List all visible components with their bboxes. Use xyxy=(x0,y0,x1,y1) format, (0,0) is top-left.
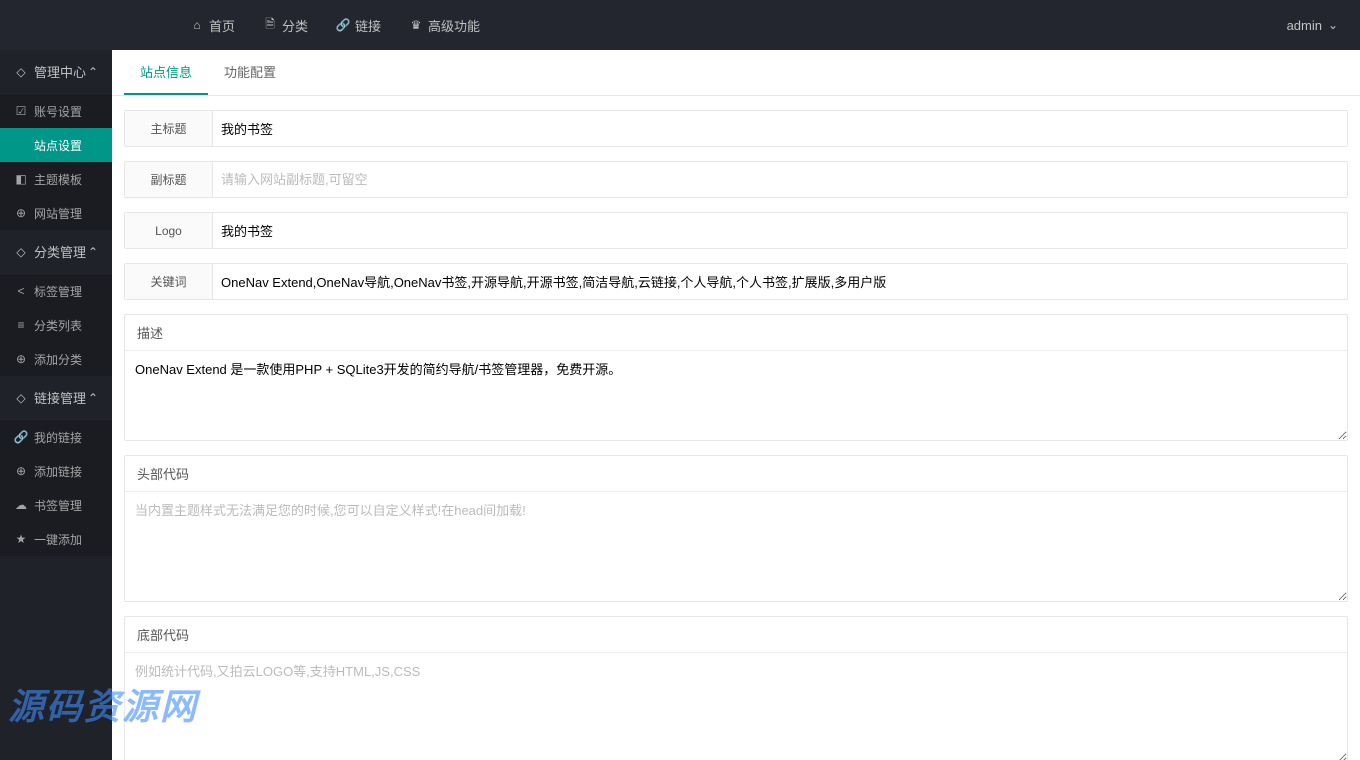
label-logo: Logo xyxy=(125,213,213,248)
label-head-code: 头部代码 xyxy=(125,456,1347,491)
sidebar-group-2[interactable]: ◇ 链接管理⌃ xyxy=(0,376,112,420)
item-label: 主题模板 xyxy=(34,171,82,188)
input-keywords[interactable] xyxy=(213,264,1347,299)
nav-icon: ♛ xyxy=(409,18,423,32)
item-label: 标签管理 xyxy=(34,283,82,300)
nav-icon: 🗎 xyxy=(263,18,277,32)
item-icon: ⊕ xyxy=(14,352,28,366)
nav-item-3[interactable]: ♛ 高级功能 xyxy=(409,16,480,35)
sidebar-item-2-1[interactable]: ⊕ 添加链接 xyxy=(0,454,112,488)
item-label: 账号设置 xyxy=(34,103,82,120)
item-icon: ◧ xyxy=(14,172,28,186)
nav-item-1[interactable]: 🗎 分类 xyxy=(263,16,308,35)
chevron-icon: ⌃ xyxy=(86,391,100,405)
row-keywords: 关键词 xyxy=(124,263,1348,300)
nav-icon: 🔗 xyxy=(336,18,350,32)
sidebar-item-0-3[interactable]: ⊕ 网站管理 xyxy=(0,196,112,230)
item-label: 添加分类 xyxy=(34,351,82,368)
form-area: 主标题 副标题 Logo 关键词 描述 头部代码 xyxy=(112,96,1360,760)
nav-menu: ⌂ 首页 🗎 分类 🔗 链接 ♛ 高级功能 xyxy=(190,16,480,35)
item-label: 站点设置 xyxy=(34,137,82,154)
item-label: 一键添加 xyxy=(34,531,82,548)
sidebar-group-1[interactable]: ◇ 分类管理⌃ xyxy=(0,230,112,274)
item-icon: ⊕ xyxy=(14,206,28,220)
user-menu[interactable]: admin ⌄ xyxy=(1287,18,1340,33)
nav-label: 分类 xyxy=(282,16,308,35)
item-icon: ≡ xyxy=(14,318,28,332)
input-sub-title[interactable] xyxy=(213,162,1347,197)
nav-label: 链接 xyxy=(355,16,381,35)
chevron-icon: ⌃ xyxy=(86,245,100,259)
item-label: 书签管理 xyxy=(34,497,82,514)
sidebar-item-0-0[interactable]: ☑ 账号设置 xyxy=(0,94,112,128)
sidebar-item-2-3[interactable]: ★ 一键添加 xyxy=(0,522,112,556)
item-label: 网站管理 xyxy=(34,205,82,222)
label-description: 描述 xyxy=(125,315,1347,350)
block-head-code: 头部代码 xyxy=(124,455,1348,602)
group-icon: ◇ xyxy=(14,65,28,79)
sidebar-item-1-1[interactable]: ≡ 分类列表 xyxy=(0,308,112,342)
content: 站点信息功能配置 主标题 副标题 Logo 关键词 描述 xyxy=(112,50,1360,760)
block-foot-code: 底部代码 xyxy=(124,616,1348,760)
chevron-icon: ⌃ xyxy=(86,65,100,79)
sidebar-group-0[interactable]: ◇ 管理中心⌃ xyxy=(0,50,112,94)
item-icon: < xyxy=(14,284,28,298)
nav-item-0[interactable]: ⌂ 首页 xyxy=(190,16,235,35)
tab-1[interactable]: 功能配置 xyxy=(208,50,292,95)
header: ⌂ 首页 🗎 分类 🔗 链接 ♛ 高级功能 admin ⌄ xyxy=(0,0,1360,50)
label-main-title: 主标题 xyxy=(125,111,213,146)
label-foot-code: 底部代码 xyxy=(125,617,1347,652)
nav-icon: ⌂ xyxy=(190,18,204,32)
block-description: 描述 xyxy=(124,314,1348,441)
item-label: 我的链接 xyxy=(34,429,82,446)
tab-0[interactable]: 站点信息 xyxy=(124,50,208,95)
chevron-down-icon: ⌄ xyxy=(1326,18,1340,32)
nav-label: 首页 xyxy=(209,16,235,35)
item-icon: ⊕ xyxy=(14,464,28,478)
item-label: 分类列表 xyxy=(34,317,82,334)
item-icon xyxy=(14,138,28,152)
group-label: 链接管理 xyxy=(34,388,86,407)
group-label: 管理中心 xyxy=(34,62,86,81)
item-icon: 🔗 xyxy=(14,430,28,444)
sidebar-item-1-0[interactable]: < 标签管理 xyxy=(0,274,112,308)
group-icon: ◇ xyxy=(14,391,28,405)
sidebar-item-2-2[interactable]: ☁ 书签管理 xyxy=(0,488,112,522)
item-label: 添加链接 xyxy=(34,463,82,480)
row-main-title: 主标题 xyxy=(124,110,1348,147)
user-name: admin xyxy=(1287,18,1322,33)
sidebar-item-0-2[interactable]: ◧ 主题模板 xyxy=(0,162,112,196)
nav-item-2[interactable]: 🔗 链接 xyxy=(336,16,381,35)
row-logo: Logo xyxy=(124,212,1348,249)
row-sub-title: 副标题 xyxy=(124,161,1348,198)
sidebar-item-0-1[interactable]: 站点设置 xyxy=(0,128,112,162)
item-icon: ☑ xyxy=(14,104,28,118)
sidebar-item-2-0[interactable]: 🔗 我的链接 xyxy=(0,420,112,454)
textarea-foot-code[interactable] xyxy=(125,652,1347,760)
label-keywords: 关键词 xyxy=(125,264,213,299)
input-main-title[interactable] xyxy=(213,111,1347,146)
nav-label: 高级功能 xyxy=(428,16,480,35)
sidebar-item-1-2[interactable]: ⊕ 添加分类 xyxy=(0,342,112,376)
sidebar: ◇管理中心⌃☑账号设置站点设置◧主题模板⊕网站管理◇分类管理⌃<标签管理≡分类列… xyxy=(0,50,112,760)
item-icon: ☁ xyxy=(14,498,28,512)
textarea-head-code[interactable] xyxy=(125,491,1347,601)
input-logo[interactable] xyxy=(213,213,1347,248)
label-sub-title: 副标题 xyxy=(125,162,213,197)
tabs: 站点信息功能配置 xyxy=(112,50,1360,96)
group-icon: ◇ xyxy=(14,245,28,259)
item-icon: ★ xyxy=(14,532,28,546)
textarea-description[interactable] xyxy=(125,350,1347,440)
group-label: 分类管理 xyxy=(34,242,86,261)
